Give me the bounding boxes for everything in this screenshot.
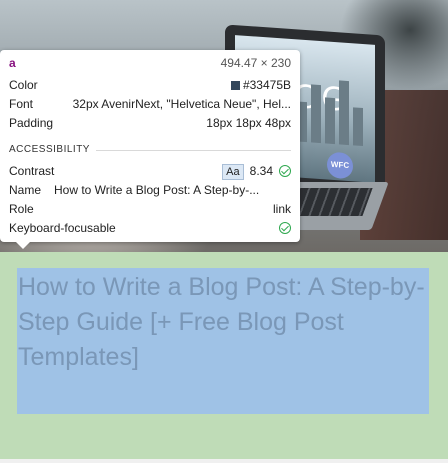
page-bottom-strip: [0, 459, 448, 463]
keyboard-row: Keyboard-focusable: [9, 219, 291, 237]
accessibility-divider: [96, 150, 291, 151]
screen-badge: WFC: [327, 151, 353, 180]
inspector-tooltip: a 494.47 × 230 Color #33475B Font 32px A…: [0, 50, 300, 249]
tooltip-arrow: [16, 242, 30, 249]
blog-post-title-link[interactable]: How to Write a Blog Post: A Step-by-Step…: [18, 270, 428, 375]
color-label: Color: [9, 78, 38, 92]
color-swatch: [230, 81, 240, 90]
element-tag: a: [9, 56, 16, 70]
role-label: Role: [9, 202, 34, 216]
color-row: Color #33475B: [9, 76, 291, 94]
tooltip-header: a 494.47 × 230: [9, 54, 291, 72]
padding-row: Padding 18px 18px 48px: [9, 114, 291, 132]
contrast-row: Contrast Aa 8.34: [9, 162, 291, 180]
padding-label: Padding: [9, 116, 54, 130]
skyline-building: [311, 84, 321, 144]
check-circle-icon: [279, 165, 291, 177]
keyboard-check-wrap: [273, 219, 291, 237]
accessibility-heading: ACCESSIBILITY: [9, 144, 90, 155]
role-row: Role link: [9, 200, 291, 218]
contrast-value: 8.34: [249, 164, 273, 178]
keyboard-focusable-label: Keyboard-focusable: [9, 221, 116, 235]
element-dimensions: 494.47 × 230: [220, 56, 291, 70]
name-row: Name How to Write a Blog Post: A Step-by…: [9, 181, 291, 199]
font-row: Font 32px AvenirNext, "Helvetica Neue", …: [9, 95, 291, 113]
font-label: Font: [9, 97, 34, 111]
role-value: link: [272, 202, 291, 216]
skyline-building: [353, 107, 363, 147]
color-value-wrap: #33475B: [230, 76, 291, 94]
skyline-building: [325, 97, 335, 145]
color-value: #33475B: [242, 78, 291, 92]
padding-value: 18px 18px 48px: [206, 116, 291, 130]
skyline-building: [339, 80, 349, 146]
contrast-label: Contrast: [9, 164, 55, 178]
check-circle-icon: [279, 222, 291, 234]
name-value: How to Write a Blog Post: A Step-by-...: [54, 183, 260, 197]
font-value: 32px AvenirNext, "Helvetica Neue", Hel..…: [72, 97, 291, 111]
name-label: Name: [9, 183, 42, 197]
contrast-value-wrap: Aa 8.34: [222, 162, 291, 180]
contrast-aa-badge: Aa: [222, 164, 244, 180]
